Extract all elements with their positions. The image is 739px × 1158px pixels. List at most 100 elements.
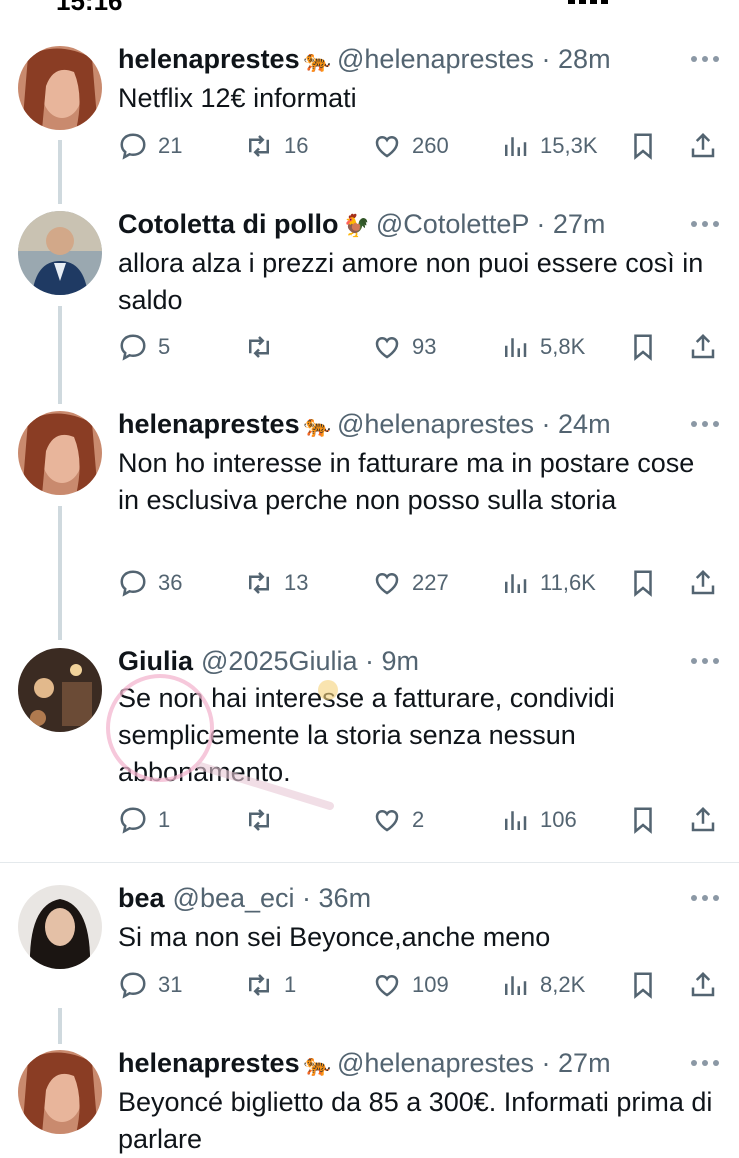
retweet-button[interactable] <box>244 327 284 367</box>
rooster-emoji: 🐓 <box>342 213 370 238</box>
avatar[interactable] <box>18 46 102 130</box>
author-handle[interactable]: @bea_eci <box>173 883 295 913</box>
share-button[interactable] <box>688 965 718 1005</box>
author-name[interactable]: helenaprestes <box>118 1048 300 1078</box>
status-bar: 15:16 <box>0 0 739 16</box>
thread-line <box>58 1008 62 1044</box>
share-button[interactable] <box>688 800 718 840</box>
retweet-icon <box>249 974 269 996</box>
bookmark-button[interactable] <box>628 327 658 367</box>
tweet-actions: 1 2 106 <box>118 800 724 840</box>
bookmark-icon <box>634 807 652 834</box>
like-button[interactable]: 2 <box>372 800 424 840</box>
view-count: 8,2K <box>540 972 586 997</box>
author-name[interactable]: helenaprestes <box>118 44 300 74</box>
bookmark-button[interactable] <box>628 126 658 166</box>
reply-icon <box>120 570 146 597</box>
views-button[interactable]: 11,6K <box>500 563 596 603</box>
retweet-button[interactable]: 1 <box>244 965 296 1005</box>
avatar[interactable] <box>18 411 102 495</box>
author-handle[interactable]: @helenaprestes <box>337 1048 534 1078</box>
view-count: 11,6K <box>540 570 596 595</box>
reply-count: 21 <box>158 133 183 158</box>
bookmark-icon <box>634 133 652 160</box>
more-icon[interactable] <box>691 1060 719 1068</box>
author-name[interactable]: Giulia <box>118 646 193 676</box>
view-count: 15,3K <box>540 133 598 158</box>
avatar[interactable] <box>18 885 102 969</box>
reply-count: 1 <box>158 807 171 832</box>
views-button[interactable]: 8,2K <box>500 965 585 1005</box>
tweet-time: 9m <box>381 646 420 676</box>
tweet-header: helenaprestes 🐅 @helenaprestes · 27m <box>118 1048 611 1078</box>
retweet-count: 1 <box>284 972 297 997</box>
tweet-time: 36m <box>318 883 372 913</box>
views-icon <box>505 137 527 156</box>
share-button[interactable] <box>688 126 718 166</box>
share-icon <box>691 333 715 359</box>
views-icon <box>505 976 527 995</box>
reply-button[interactable]: 5 <box>118 327 170 367</box>
like-count: 2 <box>412 807 425 832</box>
share-button[interactable] <box>688 327 718 367</box>
retweet-button[interactable]: 16 <box>244 126 308 166</box>
like-button[interactable]: 93 <box>372 327 436 367</box>
tweet-text: Si ma non sei Beyonce,anche meno <box>118 922 551 952</box>
reply-button[interactable]: 1 <box>118 800 170 840</box>
tweet-header: helenaprestes 🐅 @helenaprestes · 28m <box>118 44 611 74</box>
tweet-header: Cotoletta di pollo 🐓 @CotolettеP · 27m <box>118 209 606 239</box>
reply-icon <box>120 807 146 834</box>
more-icon[interactable] <box>691 421 719 429</box>
tweet-time: 24m <box>558 409 611 439</box>
like-button[interactable]: 260 <box>372 126 449 166</box>
section-divider <box>0 862 739 863</box>
tweet-text: Netflix 12€ informati <box>118 83 357 113</box>
tweet-actions: 5 93 5,8K <box>118 327 724 367</box>
tiger-emoji: 🐅 <box>303 48 331 73</box>
views-icon <box>505 574 527 593</box>
reply-button[interactable]: 36 <box>118 563 182 603</box>
more-icon[interactable] <box>691 56 719 64</box>
view-count: 5,8K <box>540 334 586 359</box>
like-button[interactable]: 109 <box>372 965 449 1005</box>
reply-button[interactable]: 21 <box>118 126 182 166</box>
thread-line <box>58 306 62 404</box>
reply-count: 31 <box>158 972 183 997</box>
like-count: 227 <box>412 570 449 595</box>
heart-icon <box>375 336 399 359</box>
author-name[interactable]: helenaprestes <box>118 409 300 439</box>
share-icon <box>691 971 715 997</box>
bookmark-button[interactable] <box>628 563 658 603</box>
bookmark-button[interactable] <box>628 965 658 1005</box>
author-handle[interactable]: @helenaprestes <box>337 409 534 439</box>
author-handle[interactable]: @2025Giulia <box>201 646 358 676</box>
retweet-button[interactable]: 13 <box>244 563 308 603</box>
thread-line <box>58 140 62 204</box>
more-icon[interactable] <box>691 221 719 229</box>
bookmark-button[interactable] <box>628 800 658 840</box>
like-count: 260 <box>412 133 449 158</box>
bookmark-icon <box>634 972 652 999</box>
author-handle[interactable]: @helenaprestes <box>337 44 534 74</box>
tweet-time: 27m <box>552 209 606 239</box>
reply-icon <box>120 972 146 999</box>
author-name[interactable]: Cotoletta di pollo <box>118 209 338 239</box>
more-icon[interactable] <box>691 658 719 666</box>
author-handle[interactable]: @CotolettеP <box>376 209 529 239</box>
views-button[interactable]: 15,3K <box>500 126 598 166</box>
tweet-header: bea @bea_eci · 36m <box>118 883 372 913</box>
like-button[interactable]: 227 <box>372 563 449 603</box>
share-button[interactable] <box>688 563 718 603</box>
avatar[interactable] <box>18 1050 102 1134</box>
author-name[interactable]: bea <box>118 883 165 913</box>
like-count: 109 <box>412 972 449 997</box>
retweet-button[interactable] <box>244 800 284 840</box>
reply-button[interactable]: 31 <box>118 965 182 1005</box>
views-button[interactable]: 5,8K <box>500 327 585 367</box>
view-count: 106 <box>540 807 577 832</box>
more-icon[interactable] <box>691 895 719 903</box>
avatar[interactable] <box>18 648 102 732</box>
views-button[interactable]: 106 <box>500 800 577 840</box>
heart-icon <box>375 572 399 595</box>
avatar[interactable] <box>18 211 102 295</box>
